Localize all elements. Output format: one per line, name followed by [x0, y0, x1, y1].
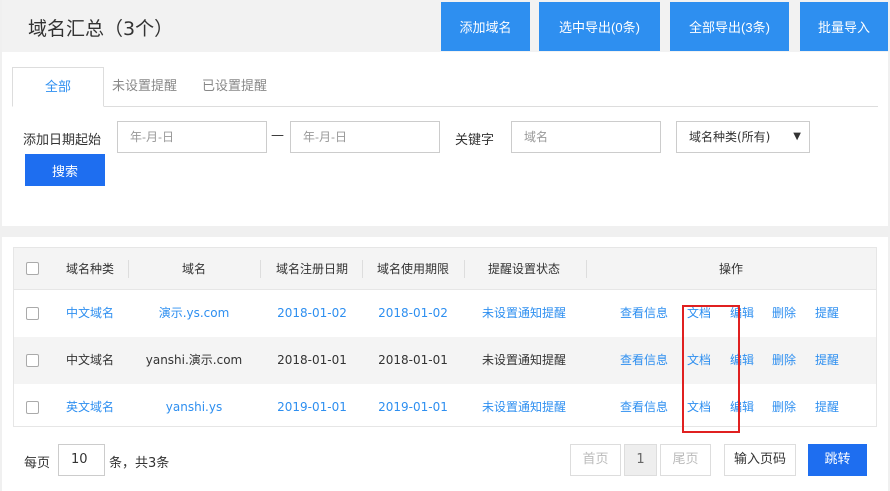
- row-checkbox[interactable]: [26, 354, 39, 367]
- dropdown-arrow-icon: ▼: [793, 131, 801, 142]
- jump-button[interactable]: 跳转: [808, 444, 867, 476]
- tab-bar: 全部 未设置提醒 已设置提醒: [12, 67, 878, 107]
- row-checkbox[interactable]: [26, 307, 39, 320]
- cell-reg-date: 2018-01-02: [277, 306, 347, 320]
- delete-link[interactable]: 删除: [772, 337, 796, 384]
- cell-reg-date: 2018-01-01: [277, 353, 347, 367]
- cell-status: 未设置通知提醒: [481, 400, 566, 414]
- export-all-button[interactable]: 全部导出(3条): [670, 2, 789, 51]
- header-bar: 域名汇总（3个） 添加域名 选中导出(0条) 全部导出(3条) 批量导入: [2, 0, 888, 52]
- table-header: 域名种类 域名 域名注册日期 域名使用期限 提醒设置状态 操作: [14, 248, 876, 290]
- page-title: 域名汇总（3个）: [28, 18, 174, 40]
- th-domain: 域名: [181, 262, 206, 276]
- domain-type-select[interactable]: 域名种类(所有) ▼: [676, 121, 810, 153]
- total-count-label: 条，共3条: [109, 456, 170, 471]
- cell-type: 中文域名: [65, 306, 114, 320]
- keyword-label: 关键字: [455, 133, 495, 148]
- table-row: 英文域名 yanshi.ys 2019-01-01 2019-01-01 未设置…: [14, 384, 876, 431]
- column-divider: [128, 260, 129, 278]
- th-type: 域名种类: [65, 262, 114, 276]
- delete-link[interactable]: 删除: [772, 290, 796, 337]
- column-divider: [586, 260, 587, 278]
- th-status: 提醒设置状态: [487, 262, 560, 276]
- date-end-input[interactable]: [290, 121, 440, 153]
- column-divider: [362, 260, 363, 278]
- delete-link[interactable]: 删除: [772, 384, 796, 431]
- batch-import-button[interactable]: 批量导入: [800, 2, 888, 51]
- domain-table: 域名种类 域名 域名注册日期 域名使用期限 提醒设置状态 操作 中文域名 演示.…: [13, 247, 877, 433]
- row-checkbox[interactable]: [26, 401, 39, 414]
- th-exp-date: 域名使用期限: [376, 262, 449, 276]
- cell-exp-date: 2018-01-02: [378, 306, 448, 320]
- select-all-checkbox[interactable]: [26, 262, 39, 275]
- view-info-link[interactable]: 查看信息: [620, 384, 668, 431]
- tab-all[interactable]: 全部: [12, 67, 104, 107]
- date-separator: —: [271, 128, 284, 143]
- page-number-input[interactable]: 输入页码: [724, 444, 796, 476]
- remind-link[interactable]: 提醒: [815, 337, 839, 384]
- table-row: 中文域名 yanshi.演示.com 2018-01-01 2018-01-01…: [14, 337, 876, 384]
- first-page-button[interactable]: 首页: [570, 444, 621, 476]
- cell-status: 未设置通知提醒: [481, 306, 566, 320]
- search-button[interactable]: 搜索: [25, 154, 105, 186]
- per-page-input[interactable]: 10: [58, 444, 105, 476]
- cell-domain[interactable]: yanshi.ys: [139, 384, 249, 431]
- cell-exp-date: 2018-01-01: [378, 353, 448, 367]
- view-info-link[interactable]: 查看信息: [620, 337, 668, 384]
- cell-type: 英文域名: [65, 400, 114, 414]
- cell-exp-date: 2019-01-01: [378, 400, 448, 414]
- th-actions: 操作: [718, 262, 743, 276]
- doc-column-highlight: [682, 305, 740, 433]
- date-start-label: 添加日期起始: [23, 133, 102, 148]
- current-page-button[interactable]: 1: [624, 444, 657, 476]
- cell-type: 中文域名: [65, 353, 114, 367]
- date-start-input[interactable]: [117, 121, 267, 153]
- view-info-link[interactable]: 查看信息: [620, 290, 668, 337]
- keyword-input[interactable]: [511, 121, 661, 153]
- cell-status: 未设置通知提醒: [481, 353, 566, 367]
- cell-reg-date: 2019-01-01: [277, 400, 347, 414]
- filter-panel: 域名汇总（3个） 添加域名 选中导出(0条) 全部导出(3条) 批量导入 全部 …: [2, 0, 888, 226]
- tab-no-reminder[interactable]: 未设置提醒: [112, 67, 177, 107]
- add-domain-button[interactable]: 添加域名: [441, 2, 530, 51]
- column-divider: [260, 260, 261, 278]
- column-divider: [464, 260, 465, 278]
- remind-link[interactable]: 提醒: [815, 384, 839, 431]
- domain-type-value: 域名种类(所有): [689, 130, 771, 144]
- per-page-label: 每页: [24, 456, 51, 471]
- last-page-button[interactable]: 尾页: [660, 444, 711, 476]
- remind-link[interactable]: 提醒: [815, 290, 839, 337]
- cell-domain[interactable]: 演示.ys.com: [139, 290, 249, 337]
- tab-reminder-set[interactable]: 已设置提醒: [202, 67, 267, 107]
- cell-domain[interactable]: yanshi.演示.com: [139, 337, 249, 384]
- th-reg-date: 域名注册日期: [275, 262, 348, 276]
- table-row: 中文域名 演示.ys.com 2018-01-02 2018-01-02 未设置…: [14, 290, 876, 337]
- table-panel: 域名种类 域名 域名注册日期 域名使用期限 提醒设置状态 操作 中文域名 演示.…: [2, 237, 888, 491]
- export-selected-button[interactable]: 选中导出(0条): [539, 2, 660, 51]
